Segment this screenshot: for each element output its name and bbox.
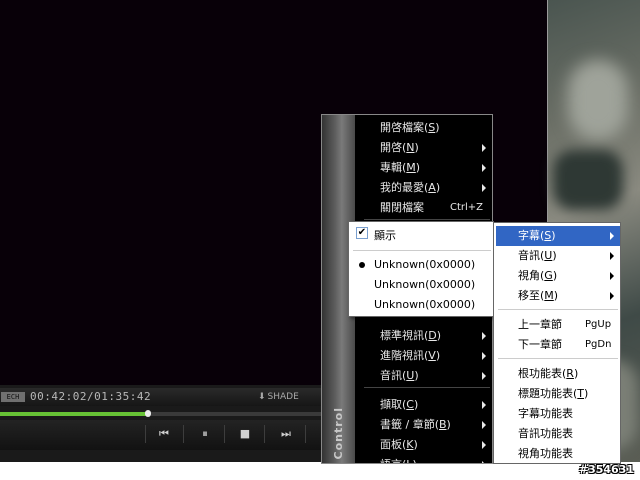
menu-separator <box>364 219 490 220</box>
ech-badge: ECH <box>1 392 25 402</box>
subtitle-track-item[interactable]: Unknown(0x0000) <box>374 295 475 315</box>
submenu-arrow-icon <box>482 184 486 192</box>
subtitle-track-item[interactable]: Unknown(0x0000) <box>374 255 475 275</box>
menu-item[interactable]: 開啓(N) <box>380 138 419 158</box>
menu-item[interactable]: 根功能表(R) <box>518 364 578 384</box>
seek-progress <box>0 412 148 416</box>
menu-item[interactable]: 語言(L) <box>380 455 417 463</box>
menu-item[interactable]: 下一章節 <box>518 335 562 355</box>
menu-item[interactable]: 音訊(U) <box>518 246 557 266</box>
submenu-arrow-icon <box>482 401 486 409</box>
menu-item[interactable]: 標題功能表(T) <box>518 384 588 404</box>
divider <box>264 425 265 443</box>
menu-side-label: Control <box>332 406 345 459</box>
menu-item[interactable]: 面板(K) <box>380 435 418 455</box>
menu-item[interactable]: 進階視訊(V) <box>380 346 440 366</box>
divider <box>145 425 146 443</box>
divider <box>305 425 306 443</box>
menu-item[interactable]: 開啓檔案(S) <box>380 118 440 138</box>
menu-separator <box>364 387 490 388</box>
shade-button[interactable]: ⬇ SHADE <box>258 392 299 402</box>
menu-item[interactable]: 移至(M) <box>518 286 558 306</box>
seek-handle[interactable] <box>145 410 151 417</box>
bg-shape <box>553 150 623 210</box>
menu-item[interactable]: 標準視訊(D) <box>380 326 441 346</box>
menu-item[interactable]: 視角(G) <box>518 266 557 286</box>
bg-shape <box>568 60 628 140</box>
menu-separator <box>498 309 618 310</box>
menu-item[interactable]: 字幕(S) <box>518 226 556 246</box>
radio-dot-icon <box>359 262 365 268</box>
divider <box>224 425 225 443</box>
menu-shortcut: PgUp <box>585 319 612 330</box>
watermark: #354631 <box>578 463 634 476</box>
menu-item[interactable]: 音訊(U) <box>380 366 419 386</box>
screen-bottom-margin <box>0 462 640 480</box>
menu-item[interactable]: 專輯(M) <box>380 158 420 178</box>
menu-item[interactable]: 上一章節 <box>518 315 562 335</box>
stop-icon: ■ <box>239 427 251 440</box>
dvd-navigation-submenu: 字幕(S) 音訊(U) 視角(G) 移至(M) 上一章節 PgUp 下一章節 PgDn 根功能表… <box>493 222 621 464</box>
submenu-arrow-icon <box>482 332 486 340</box>
submenu-arrow-icon <box>610 252 614 260</box>
shade-label: SHADE <box>267 392 299 402</box>
skip-forward-icon: ⏭ <box>281 427 291 440</box>
pause-icon: ⏸ <box>202 427 208 440</box>
menu-item[interactable]: 擷取(C) <box>380 395 418 415</box>
download-arrow-icon: ⬇ <box>258 392 266 402</box>
menu-highlight <box>496 226 620 246</box>
submenu-arrow-icon <box>482 164 486 172</box>
submenu-arrow-icon <box>482 144 486 152</box>
subtitle-submenu: ✔ 顯示 Unknown(0x0000) Unknown(0x0000) Unk… <box>348 221 494 317</box>
submenu-arrow-icon <box>482 352 486 360</box>
previous-chapter-button[interactable]: ⏮ <box>155 426 173 442</box>
divider <box>183 425 184 443</box>
menu-item[interactable]: 音訊功能表 <box>518 424 573 444</box>
menu-shortcut: PgDn <box>585 339 612 350</box>
submenu-arrow-icon <box>610 272 614 280</box>
submenu-arrow-icon <box>482 372 486 380</box>
skip-back-icon: ⏮ <box>159 427 169 440</box>
submenu-arrow-icon <box>482 421 486 429</box>
menu-item[interactable]: 關閉檔案 <box>380 198 424 218</box>
pause-button[interactable]: ⏸ <box>196 426 214 442</box>
menu-separator <box>353 250 491 251</box>
checkmark-icon: ✔ <box>356 227 368 239</box>
submenu-arrow-icon <box>610 292 614 300</box>
menu-shortcut: Ctrl+Z <box>450 202 484 213</box>
subtitle-show-item[interactable]: 顯示 <box>374 226 396 246</box>
submenu-arrow-icon <box>482 461 486 463</box>
menu-item[interactable]: 書籤 / 章節(B) <box>380 415 451 435</box>
stop-button[interactable]: ■ <box>236 426 254 442</box>
menu-item[interactable]: 字幕功能表 <box>518 404 573 424</box>
submenu-arrow-icon <box>482 441 486 449</box>
menu-item[interactable]: 視角功能表 <box>518 444 573 463</box>
subtitle-track-item[interactable]: Unknown(0x0000) <box>374 275 475 295</box>
menu-separator <box>498 358 618 359</box>
submenu-arrow-icon <box>610 232 614 240</box>
menu-item[interactable]: 我的最愛(A) <box>380 178 440 198</box>
time-display: 00:42:02/01:35:42 <box>30 390 152 403</box>
next-chapter-button[interactable]: ⏭ <box>277 426 295 442</box>
